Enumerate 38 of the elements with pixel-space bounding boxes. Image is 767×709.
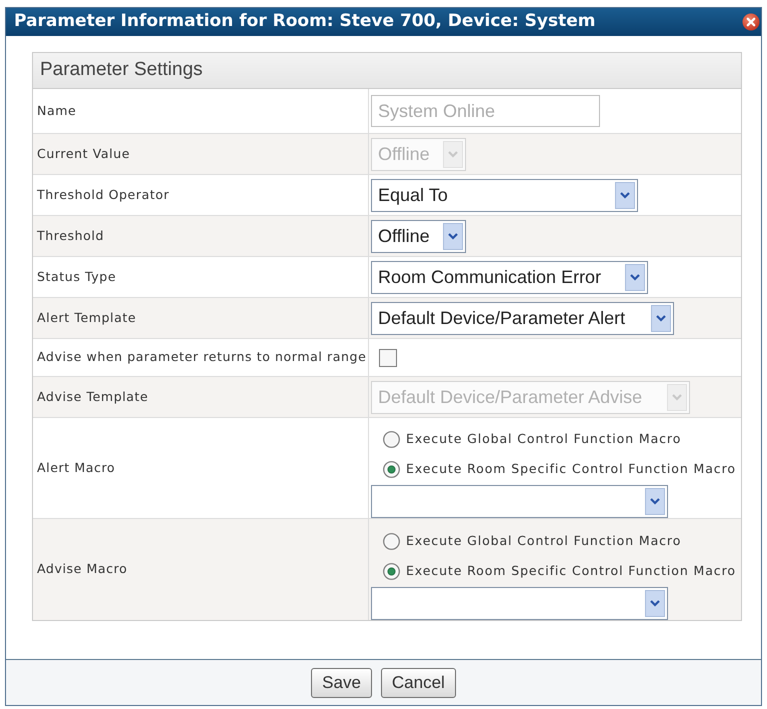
chevron-down-icon [645, 488, 665, 515]
radio-option[interactable]: Execute Global Control Function Macro [371, 526, 682, 556]
field-label: Advise when parameter returns to normal range [37, 348, 366, 366]
chevron-down-icon [651, 304, 671, 332]
close-icon[interactable] [742, 13, 760, 31]
chevron-down-icon [443, 140, 463, 168]
chevron-down-icon [645, 590, 665, 617]
field-label: Alert Macro [37, 458, 116, 477]
chevron-down-icon [625, 264, 645, 290]
section-title: Parameter Settings [40, 58, 203, 82]
chevron-down-icon [443, 222, 463, 250]
field-label: Advise Macro [37, 560, 128, 578]
dropdown[interactable]: Offline [371, 220, 466, 252]
field-label: Advise Template [37, 388, 148, 406]
dropdown[interactable]: Default Device/Parameter Alert [371, 302, 674, 334]
field-label: Alert Template [37, 308, 136, 327]
radio-button-icon[interactable] [383, 431, 400, 448]
radio-option[interactable]: Execute Global Control Function Macro [371, 425, 682, 454]
radio-button-icon[interactable] [383, 532, 400, 550]
field-label: Threshold [37, 226, 104, 245]
field-label: Threshold Operator [37, 186, 170, 204]
radio-button-icon[interactable] [383, 460, 400, 478]
chevron-down-icon [615, 182, 635, 208]
radio-button-icon[interactable] [383, 562, 400, 580]
radio-option[interactable]: Execute Room Specific Control Function Macro [371, 454, 736, 484]
field-label: Status Type [37, 268, 116, 286]
dialog-button[interactable]: Cancel [380, 668, 456, 698]
field-label: Current Value [37, 144, 130, 163]
dropdown[interactable]: Equal To [371, 178, 638, 212]
dropdown[interactable] [371, 485, 668, 518]
dialog-button[interactable]: Save [311, 668, 372, 698]
chevron-down-icon [667, 384, 687, 410]
field-label: Name [37, 102, 76, 120]
window-title: Parameter Information for Room: Steve 700, Device: System [14, 10, 596, 34]
checkbox[interactable] [379, 348, 397, 366]
radio-option[interactable]: Execute Room Specific Control Function Macro [371, 556, 736, 586]
dropdown[interactable] [371, 587, 668, 620]
dropdown[interactable]: Room Communication Error [371, 260, 648, 294]
